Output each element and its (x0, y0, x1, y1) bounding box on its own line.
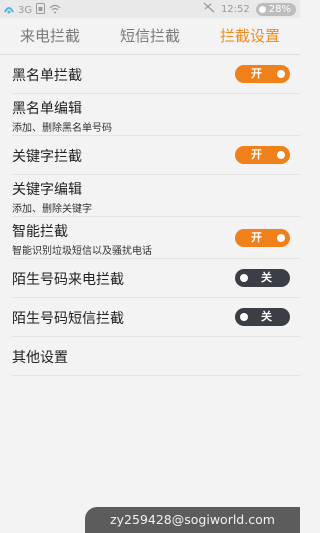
toggle-label: 关 (261, 271, 272, 284)
setting-title: 其他设置 (12, 350, 68, 366)
toggle-knob (273, 66, 289, 82)
tab-sms-block[interactable]: 短信拦截 (100, 18, 200, 54)
wifi-icon (49, 4, 61, 17)
toggle-knob (236, 270, 252, 286)
setting-other[interactable]: 其他设置 (12, 337, 300, 376)
tab-call-block[interactable]: 来电拦截 (0, 18, 100, 54)
watermark-footer: zy259428@sogiworld.com (85, 507, 300, 533)
setting-stranger-sms-block: 陌生号码短信拦截 关 (12, 298, 300, 337)
setting-title: 黑名单拦截 (12, 68, 82, 84)
toggle-knob (273, 229, 289, 246)
network-type: 3G (18, 4, 33, 16)
status-bar: 3G 12:52 28% (0, 0, 300, 18)
setting-title: 陌生号码来电拦截 (12, 272, 124, 288)
setting-title: 关键字拦截 (12, 149, 82, 165)
setting-keyword-edit[interactable]: 关键字编辑 添加、删除关键字 (12, 175, 300, 217)
toggle-label: 开 (251, 148, 262, 161)
setting-title: 关键字编辑 (12, 182, 82, 198)
battery-icon (258, 5, 266, 13)
setting-subtitle: 添加、删除黑名单号码 (12, 123, 112, 134)
sim-icon (36, 3, 46, 17)
tab-bar: 来电拦截 短信拦截 拦截设置 (0, 18, 300, 55)
setting-blacklist-block: 黑名单拦截 开 (12, 55, 300, 94)
toggle-label: 开 (251, 230, 262, 244)
settings-list: 黑名单拦截 开 黑名单编辑 添加、删除黑名单号码 关键字拦截 开 关键字编辑 添… (0, 55, 300, 376)
setting-title: 黑名单编辑 (12, 101, 82, 117)
setting-title: 智能拦截 (12, 224, 68, 240)
smart-block-toggle[interactable]: 开 (235, 228, 290, 247)
toggle-label: 开 (251, 67, 262, 80)
keyword-toggle[interactable]: 开 (235, 146, 290, 164)
blacklist-toggle[interactable]: 开 (235, 65, 290, 83)
setting-title: 陌生号码短信拦截 (12, 311, 124, 327)
battery-indicator: 28% (255, 2, 296, 16)
setting-subtitle: 添加、删除关键字 (12, 204, 92, 215)
toggle-knob (273, 147, 289, 163)
stranger-call-toggle[interactable]: 关 (235, 269, 290, 287)
battery-level: 28% (268, 3, 291, 15)
status-time: 12:52 (220, 3, 250, 15)
status-right: 12:52 28% (203, 2, 296, 16)
toggle-label: 关 (261, 310, 272, 323)
signal-icon (4, 3, 14, 17)
mute-icon (203, 2, 215, 16)
setting-blacklist-edit[interactable]: 黑名单编辑 添加、删除黑名单号码 (12, 94, 300, 136)
stranger-sms-toggle[interactable]: 关 (235, 308, 290, 326)
tab-block-settings[interactable]: 拦截设置 (200, 18, 300, 54)
setting-stranger-call-block: 陌生号码来电拦截 关 (12, 259, 300, 298)
status-left: 3G (4, 3, 61, 17)
setting-smart-block: 智能拦截 智能识别垃圾短信以及骚扰电话 开 (12, 217, 300, 259)
setting-keyword-block: 关键字拦截 开 (12, 136, 300, 175)
toggle-knob (236, 309, 252, 325)
setting-subtitle: 智能识别垃圾短信以及骚扰电话 (12, 246, 152, 257)
